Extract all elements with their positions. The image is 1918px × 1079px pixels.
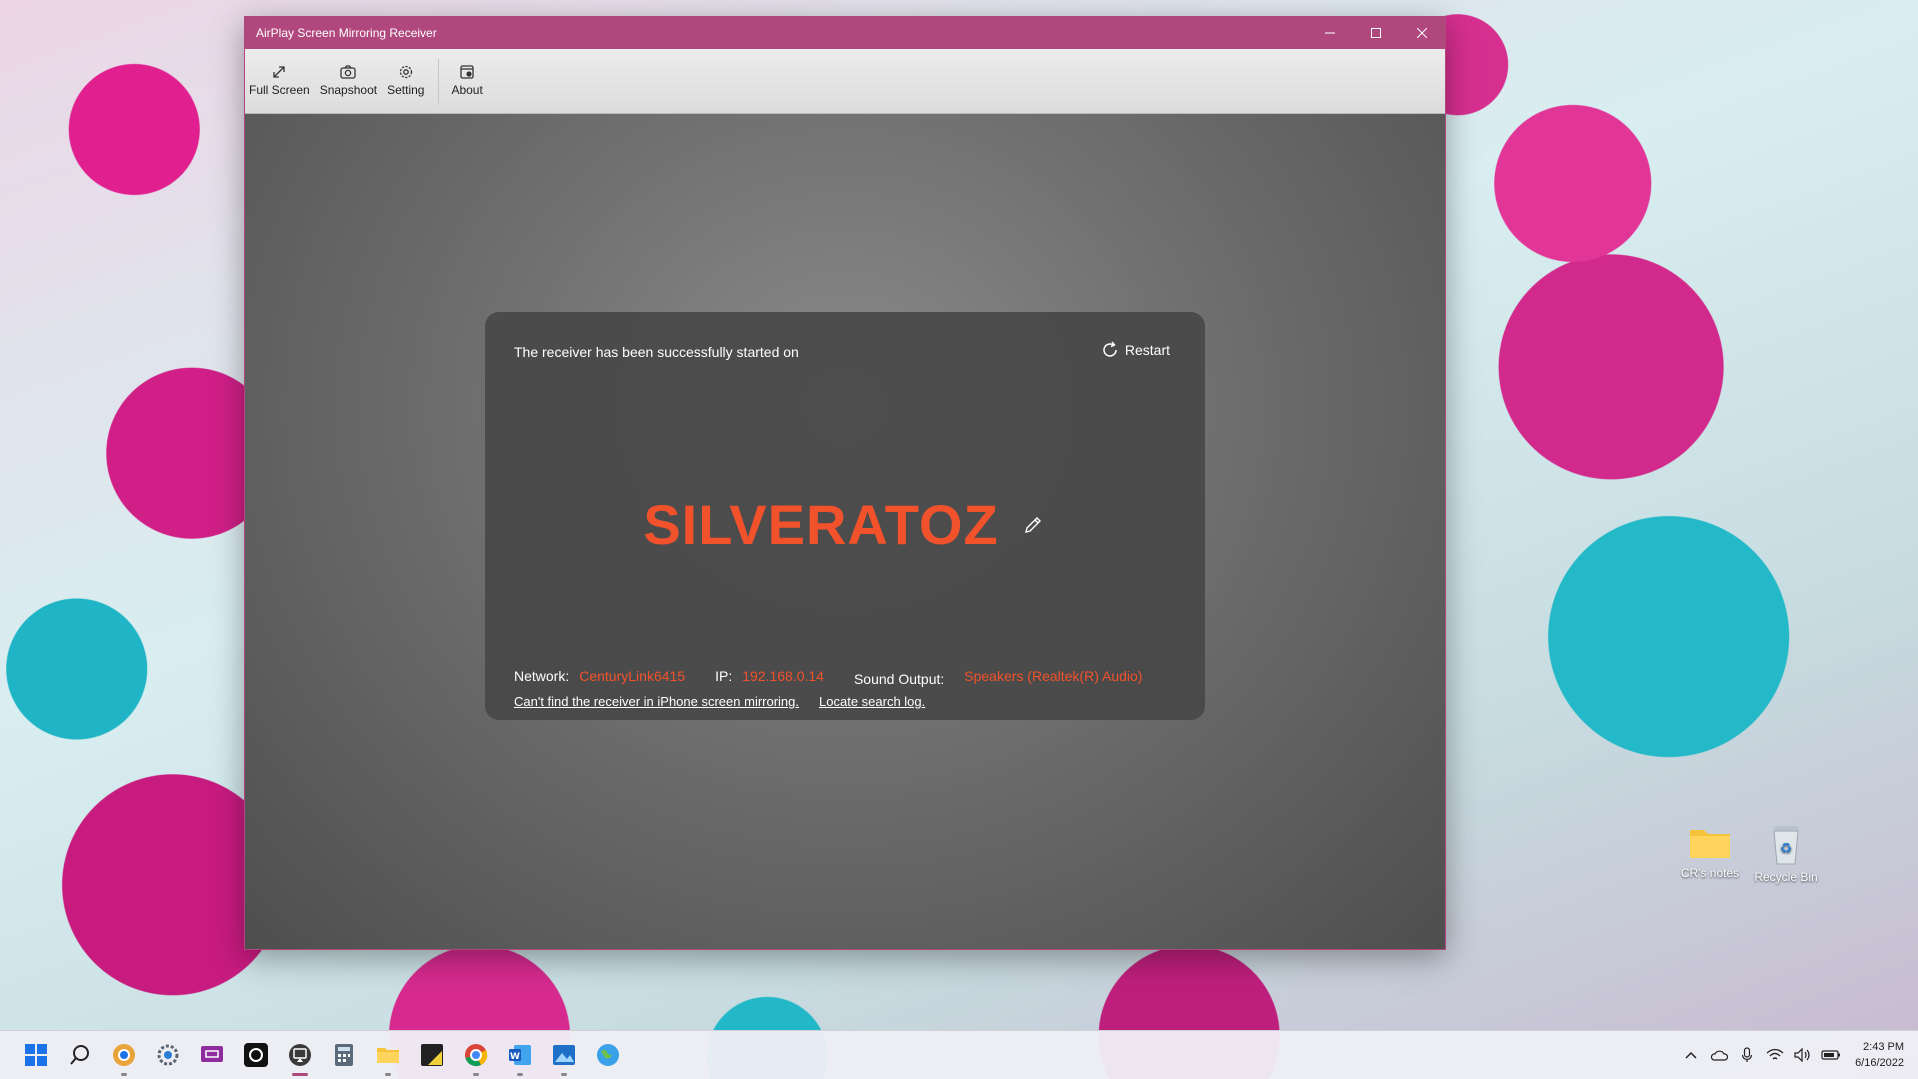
wifi-icon xyxy=(1766,1048,1784,1060)
help-link[interactable]: Can't find the receiver in iPhone screen… xyxy=(514,694,799,709)
show-hidden-icons-button[interactable] xyxy=(1677,1049,1705,1061)
taskbar-airplay[interactable] xyxy=(278,1033,322,1077)
onedrive-button[interactable] xyxy=(1705,1049,1733,1061)
taskbar-chrome[interactable] xyxy=(454,1033,498,1077)
battery-icon xyxy=(1821,1050,1841,1060)
taskbar-calculator[interactable] xyxy=(322,1033,366,1077)
receiver-card: The receiver has been successfully start… xyxy=(485,312,1205,720)
desktop-icon-recycle-bin[interactable]: ♻ Recycle Bin xyxy=(1746,822,1826,884)
clock-time: 2:43 PM xyxy=(1863,1041,1904,1053)
snapshoot-label: Snapshoot xyxy=(319,83,378,97)
ip-label: IP: xyxy=(715,668,733,684)
network-label: Network: xyxy=(514,668,570,684)
calculator-icon xyxy=(335,1044,353,1066)
network-value: CenturyLink6415 xyxy=(579,668,686,684)
volume-button[interactable] xyxy=(1789,1048,1817,1062)
start-button[interactable] xyxy=(14,1033,58,1077)
toolbar-separator xyxy=(438,59,440,105)
windows-logo-icon xyxy=(25,1044,47,1066)
locate-log-link[interactable]: Locate search log. xyxy=(819,694,925,709)
toolbar: Full Screen Snapshoot Setting About xyxy=(245,49,1445,114)
search-button[interactable] xyxy=(58,1033,102,1077)
sticky-notes-icon xyxy=(421,1044,443,1066)
snapshoot-button[interactable]: Snapshoot xyxy=(320,49,377,97)
chevron-up-icon xyxy=(1685,1051,1697,1059)
title-bar[interactable]: AirPlay Screen Mirroring Receiver xyxy=(245,17,1445,49)
maximize-button[interactable] xyxy=(1353,17,1399,49)
airplay-window: AirPlay Screen Mirroring Receiver Full S… xyxy=(244,16,1446,950)
setting-button[interactable]: Setting xyxy=(387,49,424,97)
cloud-icon xyxy=(1710,1050,1729,1061)
taskbar-chrome-dev[interactable] xyxy=(102,1033,146,1077)
about-label: About xyxy=(451,83,483,97)
minimize-button[interactable] xyxy=(1307,17,1353,49)
full-screen-label: Full Screen xyxy=(249,83,310,97)
folder-icon xyxy=(1690,830,1730,858)
clock[interactable]: 2:43 PM 6/16/2022 xyxy=(1855,1039,1904,1071)
sound-output-select[interactable]: Speakers (Realtek(R) Audio) xyxy=(964,668,1142,684)
desktop-icon-label: Recycle Bin xyxy=(1754,870,1818,884)
battery-button[interactable] xyxy=(1817,1049,1845,1061)
desktop-icon-label: CR's notes xyxy=(1680,866,1740,880)
feedback-icon xyxy=(201,1046,223,1062)
speaker-icon xyxy=(1794,1048,1810,1062)
about-icon xyxy=(460,65,474,79)
microphone-button[interactable] xyxy=(1733,1047,1761,1063)
main-content: The receiver has been successfully start… xyxy=(245,114,1445,949)
chrome-dev-icon xyxy=(113,1044,135,1066)
taskbar-sticky-notes[interactable] xyxy=(410,1033,454,1077)
minimize-icon xyxy=(1325,32,1335,34)
status-text: The receiver has been successfully start… xyxy=(514,344,799,360)
network-group: Network: CenturyLink6415 xyxy=(514,668,685,687)
restart-button[interactable]: Restart xyxy=(1100,340,1170,360)
recycle-bin-icon: ♻ xyxy=(1773,826,1799,865)
help-links: Can't find the receiver in iPhone screen… xyxy=(514,694,945,709)
clock-date: 6/16/2022 xyxy=(1855,1057,1904,1069)
sound-group: Sound Output: Speakers (Realtek(R) Audio) xyxy=(854,668,1142,687)
taskbar-file-explorer[interactable] xyxy=(366,1033,410,1077)
maximize-icon xyxy=(1371,28,1381,38)
receiver-name: SILVERATOZ xyxy=(643,493,999,556)
pencil-icon xyxy=(1024,516,1041,533)
ip-group: IP: 192.168.0.14 xyxy=(715,668,824,687)
folder-icon xyxy=(377,1048,399,1063)
airplay-icon xyxy=(289,1044,311,1066)
taskbar-app-circle[interactable] xyxy=(234,1033,278,1077)
app-circle-icon xyxy=(244,1043,268,1067)
about-button[interactable]: About xyxy=(451,49,483,97)
restart-label: Restart xyxy=(1124,342,1170,358)
restart-icon xyxy=(1103,341,1117,357)
full-screen-button[interactable]: Full Screen xyxy=(249,49,310,97)
edit-name-button[interactable] xyxy=(1019,511,1047,539)
setting-label: Setting xyxy=(387,83,425,97)
chrome-icon xyxy=(465,1044,488,1067)
full-screen-icon xyxy=(273,66,285,78)
microphone-icon xyxy=(1741,1047,1753,1062)
word-icon: W xyxy=(509,1045,531,1065)
desktop-icon-cr-notes[interactable]: CR's notes xyxy=(1670,822,1750,880)
taskbar-maps[interactable] xyxy=(586,1033,630,1077)
ip-value: 192.168.0.14 xyxy=(742,668,824,684)
taskbar-word[interactable]: W xyxy=(498,1033,542,1077)
connection-info: Network: CenturyLink6415 IP: 192.168.0.14 … xyxy=(514,668,1172,687)
receiver-name-row: SILVERATOZ xyxy=(485,492,1205,557)
window-title: AirPlay Screen Mirroring Receiver xyxy=(256,26,437,40)
wifi-button[interactable] xyxy=(1761,1048,1789,1062)
svg-text:♻: ♻ xyxy=(1780,841,1793,857)
taskbar-settings[interactable] xyxy=(146,1033,190,1077)
taskbar-feedback[interactable] xyxy=(190,1033,234,1077)
search-icon xyxy=(70,1045,89,1065)
photos-icon xyxy=(553,1045,575,1065)
svg-text:W: W xyxy=(510,1052,520,1062)
gear-icon xyxy=(399,65,412,79)
gear-icon xyxy=(157,1044,179,1066)
close-icon xyxy=(1417,28,1427,38)
globe-icon xyxy=(597,1044,619,1066)
sound-label: Sound Output: xyxy=(853,671,945,687)
close-button[interactable] xyxy=(1399,17,1445,49)
camera-icon xyxy=(340,65,357,79)
taskbar-photos[interactable] xyxy=(542,1033,586,1077)
taskbar: W 2:43 PM 6/16/2022 xyxy=(0,1030,1918,1079)
